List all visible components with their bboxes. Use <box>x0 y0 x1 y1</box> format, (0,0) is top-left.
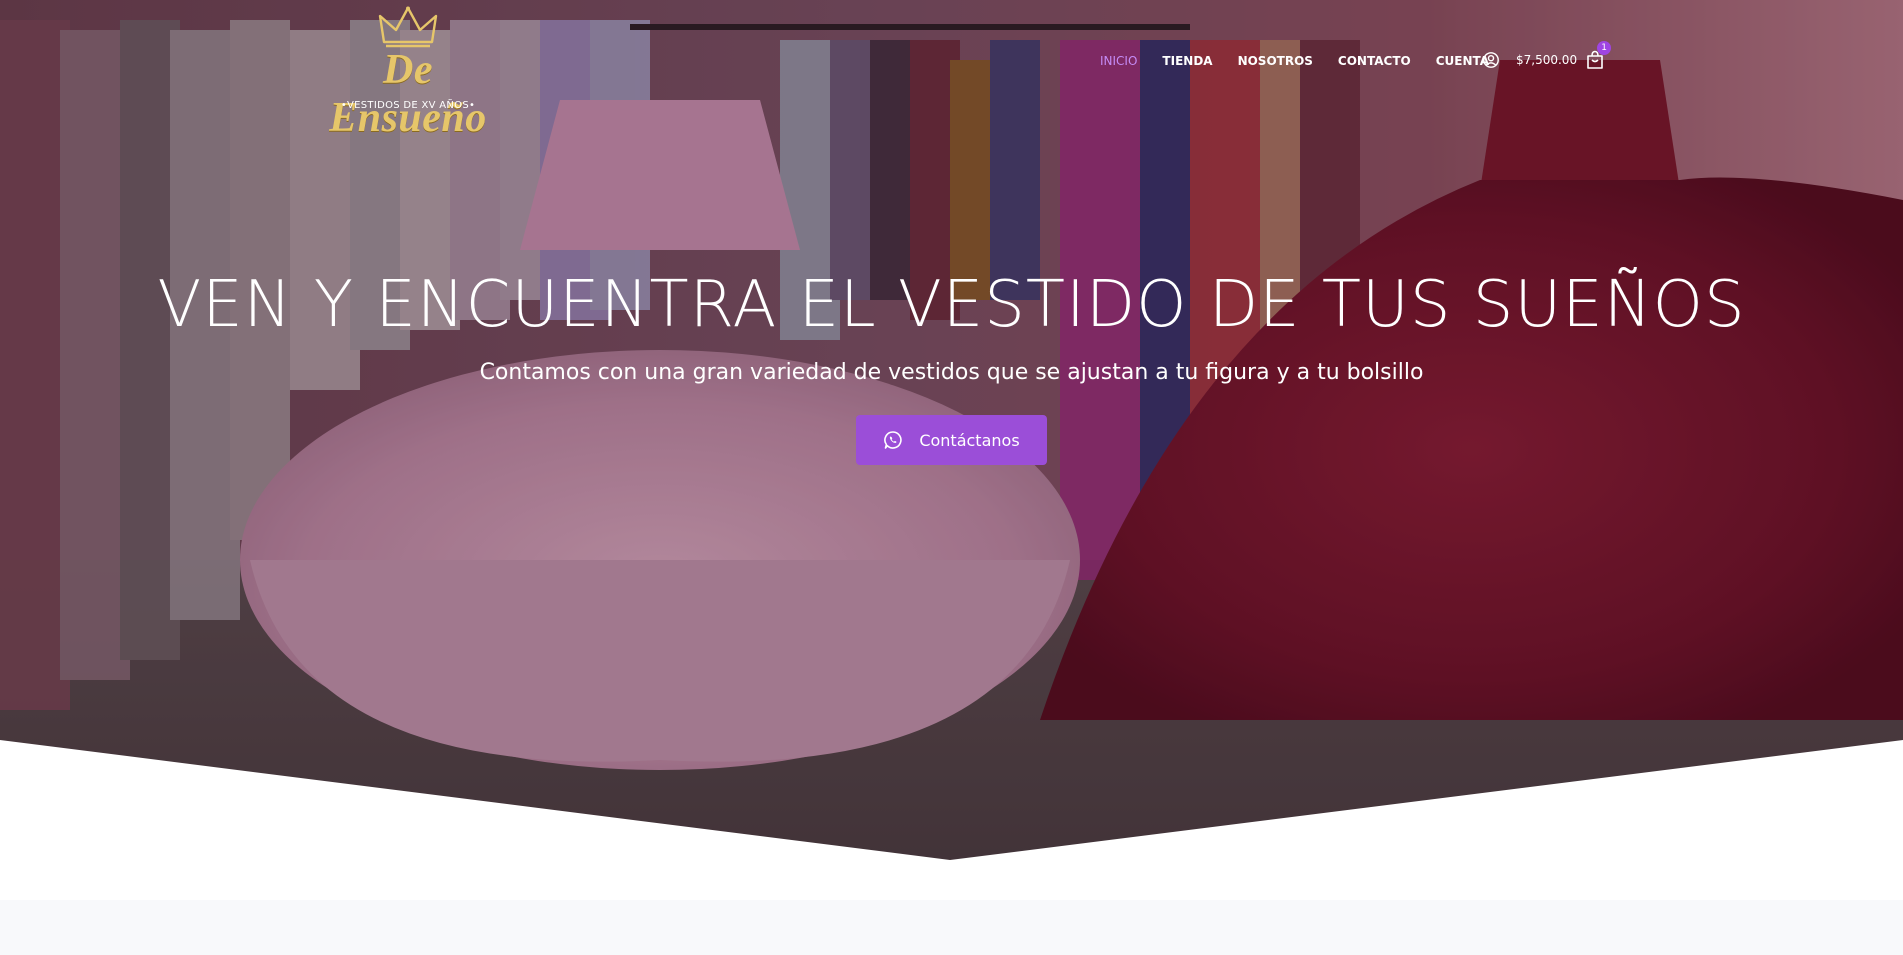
hero-subtitle: Contamos con una gran variedad de vestid… <box>479 360 1424 385</box>
nav-item-inicio[interactable]: INICIO <box>1100 54 1137 68</box>
brand-logo[interactable]: De Ensueño •VESTIDOS DE XV AÑOS• <box>308 6 508 141</box>
hero-section: De Ensueño •VESTIDOS DE XV AÑOS• INICIO … <box>0 0 1903 860</box>
contact-button[interactable]: Contáctanos <box>856 415 1047 465</box>
user-circle-icon[interactable] <box>1482 51 1500 69</box>
nav-item-contacto[interactable]: CONTACTO <box>1338 54 1411 68</box>
hero-title: VEN Y ENCUENTRA EL VESTIDO DE TUS SUEÑOS <box>157 268 1746 342</box>
brand-tagline: •VESTIDOS DE XV AÑOS• <box>340 100 476 111</box>
cart-count-badge: 1 <box>1597 41 1612 55</box>
main-nav: INICIO TIENDA NOSOTROS CONTACTO CUENTA <box>1100 52 1514 70</box>
cart-button[interactable]: 1 <box>1586 41 1612 70</box>
crown-icon <box>378 6 438 48</box>
cart-total[interactable]: $7,500.00 <box>1516 53 1577 67</box>
whatsapp-icon <box>884 431 902 449</box>
nav-item-nosotros[interactable]: NOSOTROS <box>1238 54 1313 68</box>
nav-item-tienda[interactable]: TIENDA <box>1162 54 1212 68</box>
next-section <box>0 900 1903 955</box>
contact-button-label: Contáctanos <box>919 430 1020 450</box>
brand-name: De Ensueño <box>329 47 487 141</box>
header-actions: $7,500.00 1 <box>1482 41 1612 72</box>
